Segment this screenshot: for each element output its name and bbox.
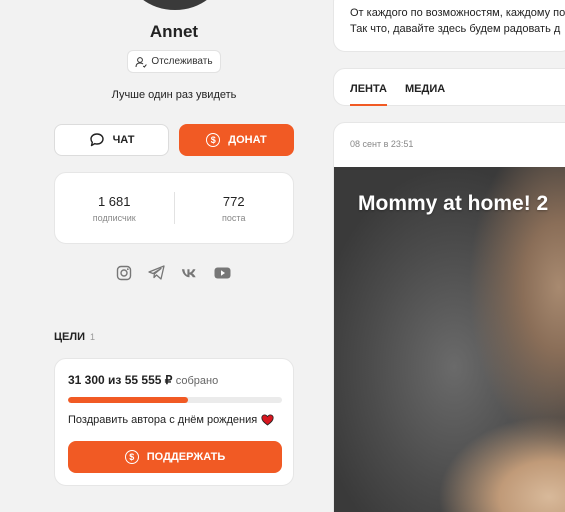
post-card: 08 сент в 23:51 Mommy at home! 2 bbox=[333, 122, 565, 512]
coin-icon: $ bbox=[124, 450, 139, 464]
support-button[interactable]: $ ПОДДЕРЖАТЬ bbox=[68, 441, 282, 473]
user-follow-icon bbox=[135, 56, 148, 68]
stat-label: подписчик bbox=[92, 212, 136, 223]
goal-separator: из bbox=[108, 373, 122, 387]
follow-button[interactable]: Отслеживать bbox=[127, 50, 221, 73]
about-line-2: Так что, давайте здесь будем радовать д bbox=[350, 23, 561, 35]
telegram-icon[interactable] bbox=[148, 264, 165, 281]
tab-feed[interactable]: ЛЕНТА bbox=[350, 69, 387, 106]
social-links bbox=[115, 264, 231, 281]
about-line-1: От каждого по возможностям, каждому по bbox=[350, 7, 565, 19]
chat-button[interactable]: ЧАТ bbox=[54, 124, 169, 156]
stats-card: 1 681 подписчик 772 поста bbox=[54, 172, 294, 244]
stat-label: поста bbox=[222, 212, 246, 223]
post-title: Mommy at home! 2 bbox=[358, 192, 549, 215]
profile-tagline: Лучше один раз увидеть bbox=[111, 89, 237, 101]
profile-name: Annet bbox=[149, 22, 199, 41]
stat-value: 1 681 bbox=[97, 193, 131, 209]
post-image[interactable]: Mommy at home! 2 bbox=[334, 167, 565, 512]
coin-icon: $ bbox=[206, 133, 221, 147]
goal-description-text: Поздравить автора с днём рождения bbox=[68, 414, 258, 426]
goals-heading: ЦЕЛИ 1 bbox=[54, 331, 95, 343]
donate-label: ДОНАТ bbox=[228, 134, 267, 146]
stat-value: 772 bbox=[222, 193, 245, 209]
goal-progress-fill bbox=[68, 397, 189, 403]
chat-bubble-icon bbox=[89, 133, 104, 147]
stat-posts[interactable]: 772 поста bbox=[175, 194, 294, 223]
youtube-icon[interactable] bbox=[214, 264, 231, 281]
goals-title: ЦЕЛИ bbox=[54, 331, 85, 343]
vk-icon[interactable] bbox=[181, 264, 198, 281]
about-card: От каждого по возможностям, каждому по Т… bbox=[333, 0, 565, 52]
goal-collected: 31 300 bbox=[68, 373, 105, 387]
goal-amount: 31 300 из 55 555 ₽ собрано bbox=[68, 373, 218, 387]
post-date: 08 сент в 23:51 bbox=[350, 139, 414, 149]
goal-suffix: собрано bbox=[175, 375, 219, 387]
goal-card: 31 300 из 55 555 ₽ собрано Поздравить ав… bbox=[54, 358, 294, 486]
support-label: ПОДДЕРЖАТЬ bbox=[146, 451, 226, 463]
heart-icon bbox=[261, 414, 274, 426]
avatar[interactable] bbox=[127, 0, 223, 10]
goal-description: Поздравить автора с днём рождения bbox=[68, 414, 274, 426]
goal-target: 55 555 ₽ bbox=[124, 373, 173, 387]
instagram-icon[interactable] bbox=[115, 264, 132, 281]
stat-subscribers[interactable]: 1 681 подписчик bbox=[55, 194, 174, 223]
tab-media[interactable]: МЕДИА bbox=[405, 69, 445, 106]
donate-button[interactable]: $ ДОНАТ bbox=[179, 124, 294, 156]
follow-label: Отслеживать bbox=[151, 56, 213, 67]
feed-tabs: ЛЕНТА МЕДИА bbox=[333, 68, 565, 106]
chat-label: ЧАТ bbox=[112, 134, 135, 146]
goals-count: 1 bbox=[90, 332, 96, 342]
goal-progress-bar bbox=[68, 397, 282, 403]
